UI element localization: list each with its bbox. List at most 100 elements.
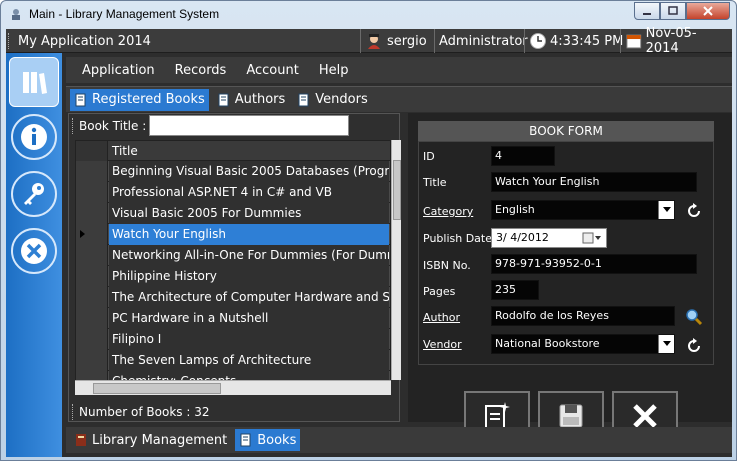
close-button[interactable] <box>686 2 730 20</box>
row-selector[interactable] <box>76 308 108 329</box>
isbn-field[interactable]: 978-971-93952-0-1 <box>491 254 697 274</box>
sidebar-item-books[interactable] <box>9 57 59 107</box>
title-cell[interactable]: The Architecture of Computer Hardware an… <box>109 287 389 308</box>
row-selector[interactable] <box>76 245 108 266</box>
table-row[interactable]: Visual Basic 2005 For Dummies <box>76 203 390 224</box>
refresh-icon[interactable] <box>685 337 703 355</box>
menu-account[interactable]: Account <box>236 63 309 78</box>
row-selector[interactable] <box>76 287 108 308</box>
row-selector[interactable] <box>76 266 108 287</box>
publish-date-picker[interactable]: 3/ 4/2012 <box>491 228 607 248</box>
grid-rows: Beginning Visual Basic 2005 Databases (P… <box>76 161 390 392</box>
search-icon[interactable] <box>685 308 703 326</box>
book-form-panel: BOOK FORM ID 4 Title Watch Your English … <box>408 113 732 441</box>
vertical-scroll-thumb[interactable] <box>393 160 401 220</box>
search-label: Book Title : <box>79 119 147 133</box>
menu-help[interactable]: Help <box>309 63 359 78</box>
vendor-value: National Bookstore <box>495 337 600 350</box>
date-text: Nov-05-2014 <box>645 26 697 56</box>
menu-bar: Application Records Account Help <box>66 57 732 83</box>
chevron-down-icon[interactable] <box>658 201 674 219</box>
status-grip <box>8 33 11 49</box>
author-link[interactable]: Author <box>423 311 460 324</box>
refresh-icon[interactable] <box>685 202 703 220</box>
table-row[interactable]: PC Hardware in a Nutshell <box>76 308 390 329</box>
menu-records[interactable]: Records <box>165 63 237 78</box>
books-icon <box>23 72 47 94</box>
book-title-search-input[interactable] <box>149 115 349 136</box>
books-count-label: Number of Books : 32 <box>79 405 210 419</box>
bottom-tab-library-management[interactable]: Library Management <box>70 429 231 451</box>
category-link[interactable]: Category <box>423 205 473 218</box>
author-field[interactable]: Rodolfo de los Reyes <box>491 306 675 326</box>
table-row[interactable]: Networking All-in-One For Dummies (For D… <box>76 245 390 266</box>
vendor-link[interactable]: Vendor <box>423 338 462 351</box>
vertical-scrollbar[interactable] <box>391 140 401 380</box>
tab-authors-label: Authors <box>234 92 286 107</box>
table-row[interactable]: The Seven Lamps of Architecture <box>76 350 390 371</box>
row-selector[interactable] <box>76 329 108 350</box>
table-row[interactable]: Professional ASP.NET 4 in C# and VB <box>76 182 390 203</box>
horizontal-scroll-thumb[interactable] <box>93 383 221 394</box>
horizontal-scrollbar[interactable] <box>75 380 391 395</box>
minimize-button[interactable] <box>634 2 660 20</box>
table-row[interactable]: Watch Your English <box>76 224 390 245</box>
title-field[interactable]: Watch Your English <box>491 172 697 192</box>
document-tab-icon <box>75 93 86 106</box>
row-selector[interactable] <box>76 161 108 182</box>
table-row[interactable]: Philippine History <box>76 266 390 287</box>
id-field[interactable]: 4 <box>491 146 555 166</box>
tab-vendors[interactable]: Vendors <box>293 89 371 111</box>
category-select[interactable]: English <box>491 200 675 220</box>
grid-header-selector <box>76 141 108 161</box>
title-bar: Main - Library Management System <box>1 1 736 29</box>
clock-icon <box>530 33 546 49</box>
title-cell[interactable]: Visual Basic 2005 For Dummies <box>109 203 389 224</box>
library-icon <box>76 434 86 446</box>
title-label: Title <box>423 176 447 189</box>
row-selector[interactable] <box>76 350 108 371</box>
title-cell[interactable]: Watch Your English <box>109 224 389 245</box>
time-text: 4:33:45 PM <box>550 33 624 49</box>
delete-x-icon <box>633 404 657 428</box>
document-tab-icon <box>218 93 229 106</box>
document-tab-icon <box>298 93 309 106</box>
menu-application[interactable]: Application <box>72 63 165 78</box>
tab-authors[interactable]: Authors <box>213 89 290 111</box>
vendor-select[interactable]: National Bookstore <box>491 334 675 354</box>
grid-header: Title <box>76 141 390 161</box>
title-cell[interactable]: Networking All-in-One For Dummies (For D… <box>109 245 389 266</box>
title-cell[interactable]: Filipino I <box>109 329 389 350</box>
title-cell[interactable]: Philippine History <box>109 266 389 287</box>
title-cell[interactable]: Professional ASP.NET 4 in C# and VB <box>109 182 389 203</box>
books-grid[interactable]: Title Beginning Visual Basic 2005 Databa… <box>75 140 391 395</box>
column-header-title[interactable]: Title <box>112 144 138 158</box>
sidebar-item-info[interactable] <box>11 114 57 160</box>
title-cell[interactable]: Beginning Visual Basic 2005 Databases (P… <box>109 161 389 182</box>
tab-vendors-label: Vendors <box>315 92 368 107</box>
current-row-arrow-icon <box>80 230 85 238</box>
row-selector[interactable] <box>76 224 108 245</box>
table-row[interactable]: Filipino I <box>76 329 390 350</box>
status-bar: My Application 2014 sergio Administrator… <box>6 26 732 56</box>
chevron-down-icon[interactable] <box>658 335 674 353</box>
sidebar-item-exit[interactable] <box>11 228 57 274</box>
calendar-dropdown-icon[interactable] <box>582 232 602 244</box>
sidebar <box>6 53 62 457</box>
pages-field[interactable]: 235 <box>491 280 539 300</box>
close-icon <box>703 6 713 16</box>
row-selector[interactable] <box>76 182 108 203</box>
table-row[interactable]: Beginning Visual Basic 2005 Databases (P… <box>76 161 390 182</box>
tab-strip: Registered Books Authors Vendors <box>66 86 732 112</box>
maximize-button[interactable] <box>660 2 686 20</box>
bottom-tab-books[interactable]: Books <box>235 429 301 451</box>
sidebar-item-key[interactable] <box>11 171 57 217</box>
isbn-label: ISBN No. <box>423 259 471 272</box>
tab-registered-books[interactable]: Registered Books <box>70 88 209 111</box>
title-cell[interactable]: PC Hardware in a Nutshell <box>109 308 389 329</box>
form-header: BOOK FORM <box>418 121 714 141</box>
table-row[interactable]: The Architecture of Computer Hardware an… <box>76 287 390 308</box>
date-status: Nov-05-2014 <box>620 26 732 56</box>
row-selector[interactable] <box>76 203 108 224</box>
title-cell[interactable]: The Seven Lamps of Architecture <box>109 350 389 371</box>
